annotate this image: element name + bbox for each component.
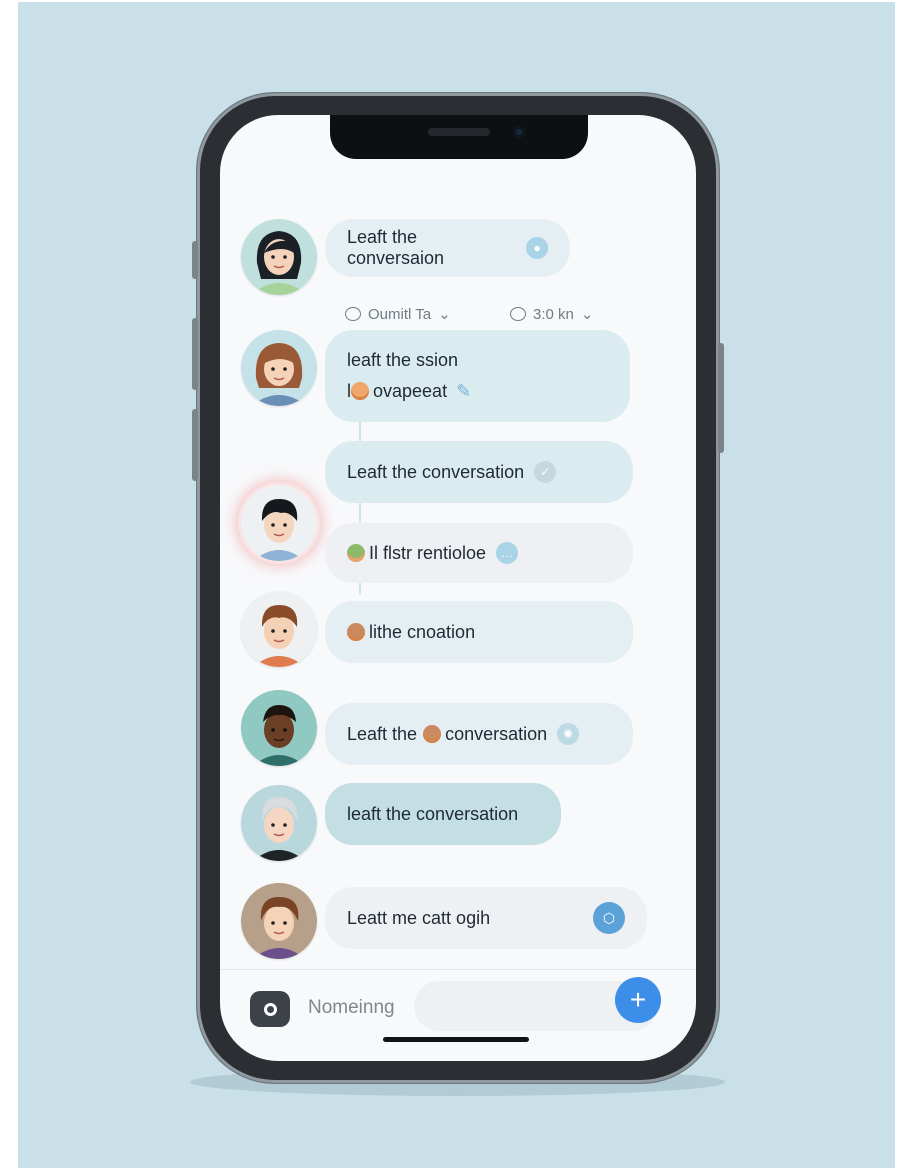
phone-frame: Leaft the conversaion ● Oumitl Ta ⌄ 3:0 … — [192, 93, 724, 1083]
smile-emoji-icon — [351, 382, 369, 400]
camera-icon — [263, 1002, 277, 1016]
avatar-man-brown-hair[interactable] — [241, 591, 317, 667]
plus-icon: + — [629, 984, 647, 1015]
meta-replies[interactable]: Oumitl Ta ⌄ — [345, 305, 451, 323]
message-bubble[interactable]: Leaft the conversaion ● — [325, 219, 570, 277]
avatar-man-black-hair[interactable] — [241, 485, 317, 561]
message-bubble[interactable]: lithe cnoation — [325, 601, 633, 663]
composer-divider — [220, 969, 696, 970]
home-indicator[interactable] — [383, 1037, 529, 1042]
pencil-icon: ✎ — [456, 381, 472, 401]
comment-icon — [345, 307, 361, 321]
chat-dots-icon: … — [496, 542, 519, 564]
mute-switch — [192, 241, 198, 279]
meta-time[interactable]: 3:0 kn ⌄ — [510, 305, 593, 323]
message-text: conversation — [445, 723, 548, 744]
message-text: ovapeeat — [373, 381, 448, 401]
chat-screen: Leaft the conversaion ● Oumitl Ta ⌄ 3:0 … — [220, 115, 696, 1061]
message-text: Il flstr rentioloe — [369, 542, 487, 563]
message-bubble[interactable]: Il flstr rentioloe … — [325, 523, 633, 583]
message-bubble[interactable]: Leaft the conversation ✓ — [325, 441, 633, 503]
message-bubble[interactable]: leaft the ssion l ovapeeat ✎ — [325, 330, 630, 422]
avatar-woman-black-hair[interactable] — [241, 219, 317, 295]
chevron-down-icon: ⌄ — [580, 306, 594, 323]
speaker — [428, 128, 490, 136]
chat-bubble-icon: ● — [526, 237, 548, 259]
message-bubble[interactable]: Leaft the conversation ✺ — [325, 703, 633, 765]
message-text: leaft the ssion — [347, 350, 459, 370]
avatar-person-brown-hair[interactable] — [241, 883, 317, 959]
message-text: Leaft the — [347, 723, 418, 744]
message-bubble[interactable]: Leatt me catt ogih ⬡ — [325, 887, 647, 949]
notch — [330, 115, 588, 159]
volume-up-button — [192, 318, 198, 390]
comment-icon — [510, 307, 526, 321]
add-button[interactable]: + — [615, 977, 661, 1023]
check-bubble-icon: ✓ — [534, 461, 557, 483]
composer-label: Nomeinng — [308, 997, 395, 1018]
avatar-man-gray-hair[interactable] — [241, 785, 317, 861]
message-bubble[interactable]: leaft the conversation — [325, 783, 561, 845]
chevron-down-icon: ⌄ — [438, 306, 451, 323]
meta-label: 3:0 kn — [533, 305, 574, 323]
front-camera — [513, 126, 525, 138]
avatar-woman-brown-hair[interactable] — [241, 330, 317, 406]
meta-label: Oumitl Ta — [368, 305, 432, 323]
message-text: Leaft the conversaion — [347, 227, 445, 268]
camera-button[interactable] — [250, 991, 290, 1027]
message-text: leaft the conversation — [347, 803, 519, 824]
person-emoji-icon — [423, 725, 442, 743]
person-emoji-icon — [347, 623, 365, 641]
sparkle-icon: ✺ — [557, 723, 580, 745]
message-text: lithe cnoation — [369, 621, 476, 642]
power-button — [718, 343, 724, 453]
volume-down-button — [192, 409, 198, 481]
plant-emoji-icon — [347, 544, 365, 562]
avatar-man-dark-skin[interactable] — [241, 690, 317, 766]
message-text: Leaft the conversation — [347, 461, 525, 482]
shield-icon: ⬡ — [593, 902, 625, 934]
message-text: Leatt me catt ogih — [347, 907, 491, 928]
message-meta-row: Oumitl Ta ⌄ 3:0 kn ⌄ — [345, 305, 665, 331]
message-text-line: l ovapeeat ✎ — [347, 381, 608, 402]
